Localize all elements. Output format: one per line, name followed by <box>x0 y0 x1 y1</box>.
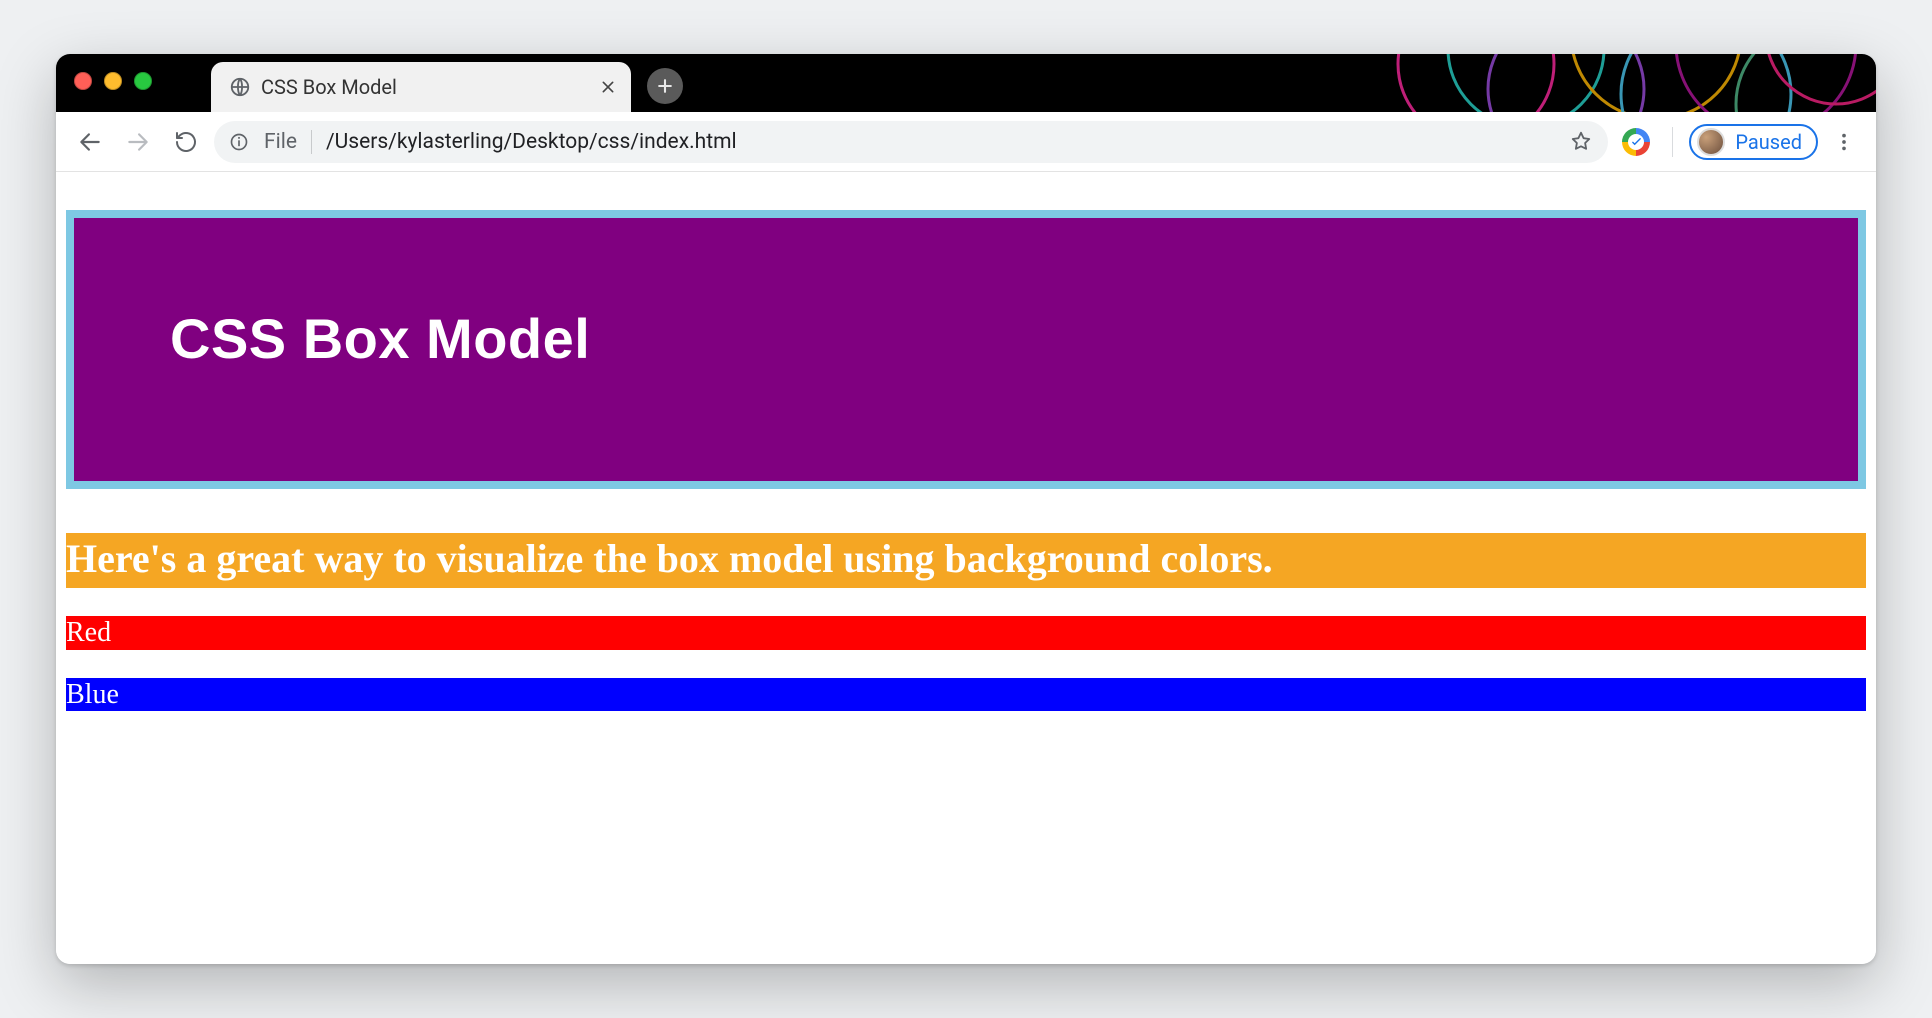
close-tab-button[interactable] <box>599 78 617 96</box>
avatar <box>1697 128 1725 156</box>
url-divider <box>311 130 312 154</box>
profile-status: Paused <box>1735 130 1802 154</box>
extension-button[interactable] <box>1616 122 1656 162</box>
browser-tab[interactable]: CSS Box Model <box>211 62 631 112</box>
globe-icon <box>229 76 251 98</box>
paragraph-red: Red <box>66 616 1866 650</box>
tab-title: CSS Box Model <box>261 75 589 99</box>
forward-button[interactable] <box>118 122 158 162</box>
wallpaper-spirograph <box>1356 54 1876 112</box>
address-bar[interactable]: File /Users/kylasterling/Desktop/css/ind… <box>214 121 1608 163</box>
minimize-window-button[interactable] <box>104 72 122 90</box>
toolbar: File /Users/kylasterling/Desktop/css/ind… <box>56 112 1876 172</box>
bookmark-star-icon[interactable] <box>1570 130 1594 154</box>
info-icon[interactable] <box>228 131 250 153</box>
h2-box: Here's a great way to visualize the box … <box>66 533 1866 588</box>
page-body: CSS Box Model Here's a great way to visu… <box>56 210 1876 711</box>
maximize-window-button[interactable] <box>134 72 152 90</box>
h1-box: CSS Box Model <box>66 210 1866 489</box>
browser-window: CSS Box Model <box>56 54 1876 964</box>
titlebar: CSS Box Model <box>56 54 1876 112</box>
back-button[interactable] <box>70 122 110 162</box>
toolbar-separator <box>1672 127 1673 157</box>
page-viewport[interactable]: CSS Box Model Here's a great way to visu… <box>56 172 1876 964</box>
paragraph-blue: Blue <box>66 678 1866 712</box>
extension-icon <box>1622 128 1650 156</box>
profile-chip[interactable]: Paused <box>1689 124 1818 160</box>
browser-menu-button[interactable] <box>1826 124 1862 160</box>
url-path: /Users/kylasterling/Desktop/css/index.ht… <box>326 130 737 154</box>
new-tab-button[interactable] <box>647 68 683 104</box>
close-window-button[interactable] <box>74 72 92 90</box>
reload-button[interactable] <box>166 122 206 162</box>
url-scheme-label: File <box>264 130 297 154</box>
window-controls <box>74 72 152 90</box>
